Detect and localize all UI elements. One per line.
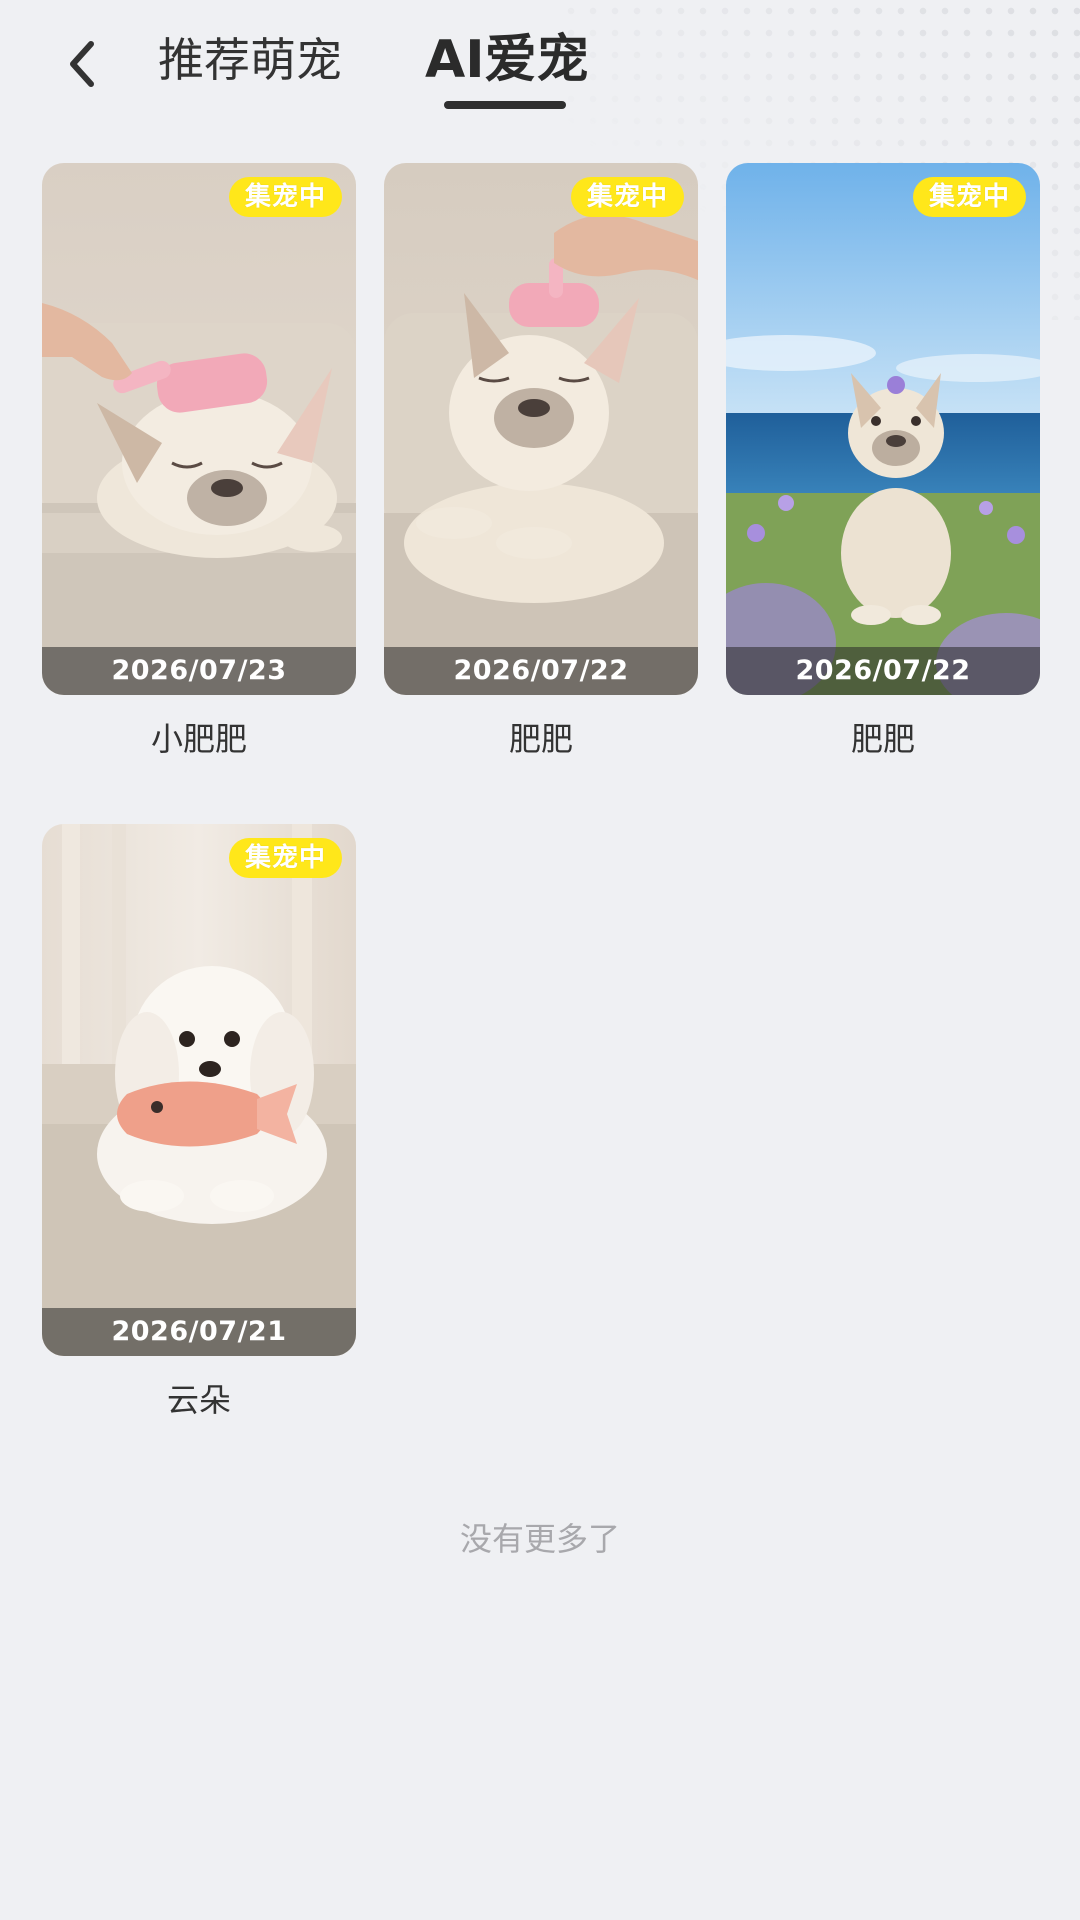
pet-image-white-dog-fish [42,824,356,1356]
no-more-indicator: 没有更多了 [459,1520,620,1558]
pet-name: 小肥肥 [150,720,247,758]
active-tab-indicator [444,101,566,109]
collecting-badge: 集宠中 [912,177,1026,217]
back-button[interactable] [52,32,112,96]
collecting-badge: 集宠中 [228,177,342,217]
pet-card[interactable]: 集宠中 2026/07/21 云朵 [42,824,356,1422]
pet-date: 2026/07/22 [726,647,1040,695]
pet-name: 云朵 [166,1381,231,1419]
pet-card[interactable]: 集宠中 2026/07/22 肥肥 [384,163,698,761]
collecting-badge: 集宠中 [228,838,342,878]
pet-photo: 集宠中 2026/07/22 [726,163,1040,695]
pet-date: 2026/07/22 [384,647,698,695]
pet-card[interactable]: 集宠中 2026/07/23 小肥肥 [42,163,356,761]
tab-ai-pets[interactable]: AI爱宠 [425,28,589,92]
chevron-left-icon [70,41,94,87]
pet-photo: 集宠中 2026/07/22 [384,163,698,695]
pet-photo: 集宠中 2026/07/23 [42,163,356,695]
pet-date: 2026/07/21 [42,1308,356,1356]
collecting-badge: 集宠中 [570,177,684,217]
pet-date: 2026/07/23 [42,647,356,695]
pet-image-bulldog-sofa [42,163,356,695]
pet-photo: 集宠中 2026/07/21 [42,824,356,1356]
tab-recommended-pets[interactable]: 推荐萌宠 [158,28,342,92]
pet-name: 肥肥 [850,720,915,758]
pet-name: 肥肥 [508,720,573,758]
pet-card[interactable]: 集宠中 2026/07/22 肥肥 [726,163,1040,761]
pet-image-bulldog-sitting [384,163,698,695]
top-nav: 推荐萌宠 AI爱宠 [0,0,1080,130]
pet-image-bulldog-seaside [726,163,1040,695]
